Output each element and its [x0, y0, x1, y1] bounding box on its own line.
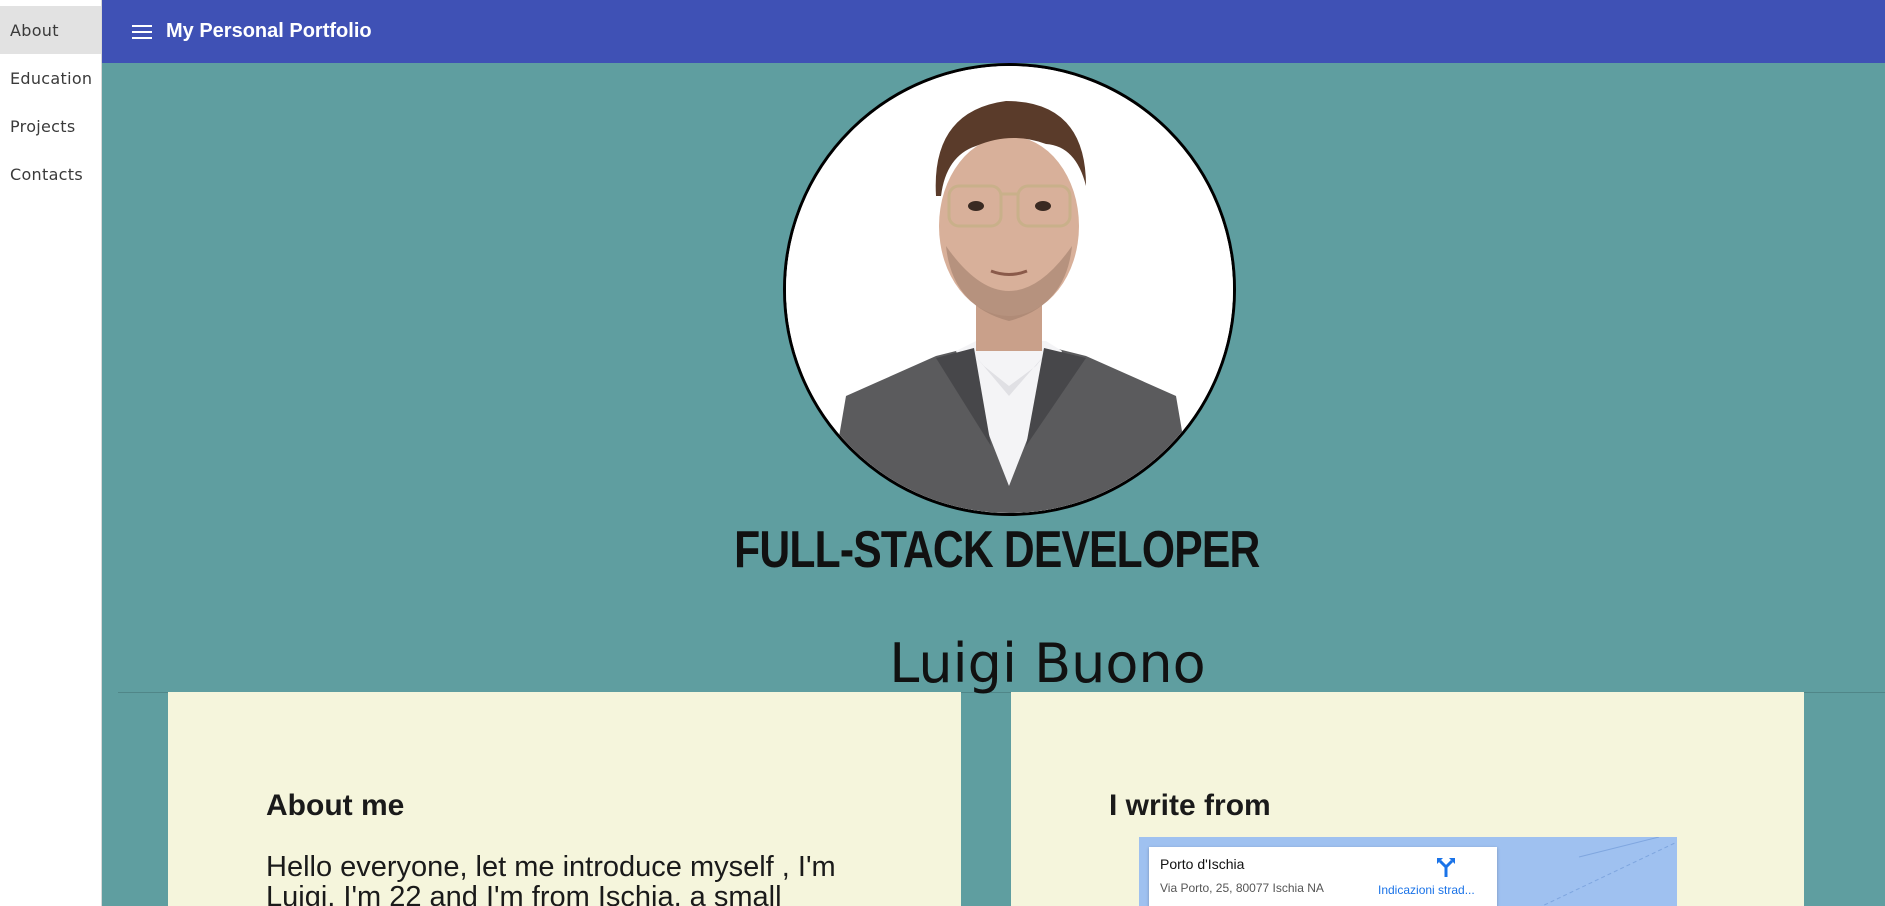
- directions-link[interactable]: Indicazioni strad...: [1378, 883, 1475, 897]
- person-illustration-icon: [786, 66, 1233, 513]
- location-heading: I write from: [1109, 789, 1271, 822]
- profile-photo-avatar: [783, 63, 1236, 516]
- about-text: Hello everyone, let me introduce myself …: [266, 851, 836, 906]
- sidebar-item-label: Projects: [10, 116, 76, 136]
- sidebar-item-label: About: [10, 20, 59, 40]
- hero-name: Luigi Buono: [889, 632, 1206, 695]
- sidebar-item-education[interactable]: Education: [0, 54, 101, 102]
- about-heading: About me: [266, 789, 405, 822]
- place-name: Porto d'Ischia: [1160, 856, 1245, 872]
- sidebar-item-projects[interactable]: Projects: [0, 102, 101, 150]
- app-title: My Personal Portfolio: [166, 20, 372, 42]
- hero-role-title: FULL-STACK DEVELOPER: [734, 521, 1260, 579]
- directions-icon[interactable]: [1437, 857, 1455, 877]
- place-address: Via Porto, 25, 80077 Ischia NA: [1160, 881, 1324, 895]
- about-card: About me Hello everyone, let me introduc…: [168, 692, 961, 906]
- sidebar-item-contacts[interactable]: Contacts: [0, 150, 101, 198]
- sidebar: About Education Projects Contacts: [0, 0, 102, 906]
- sidebar-item-label: Education: [10, 68, 93, 88]
- top-app-bar: My Personal Portfolio: [102, 0, 1885, 63]
- sidebar-item-label: Contacts: [10, 164, 83, 184]
- map-embed[interactable]: Porto d'Ischia Via Porto, 25, 80077 Isch…: [1139, 837, 1677, 906]
- location-card: I write from Porto d'Ischia Via Porto, 2…: [1011, 692, 1804, 906]
- map-place-card: Porto d'Ischia Via Porto, 25, 80077 Isch…: [1149, 847, 1497, 906]
- sidebar-item-about[interactable]: About: [0, 6, 101, 54]
- menu-icon[interactable]: [132, 24, 152, 39]
